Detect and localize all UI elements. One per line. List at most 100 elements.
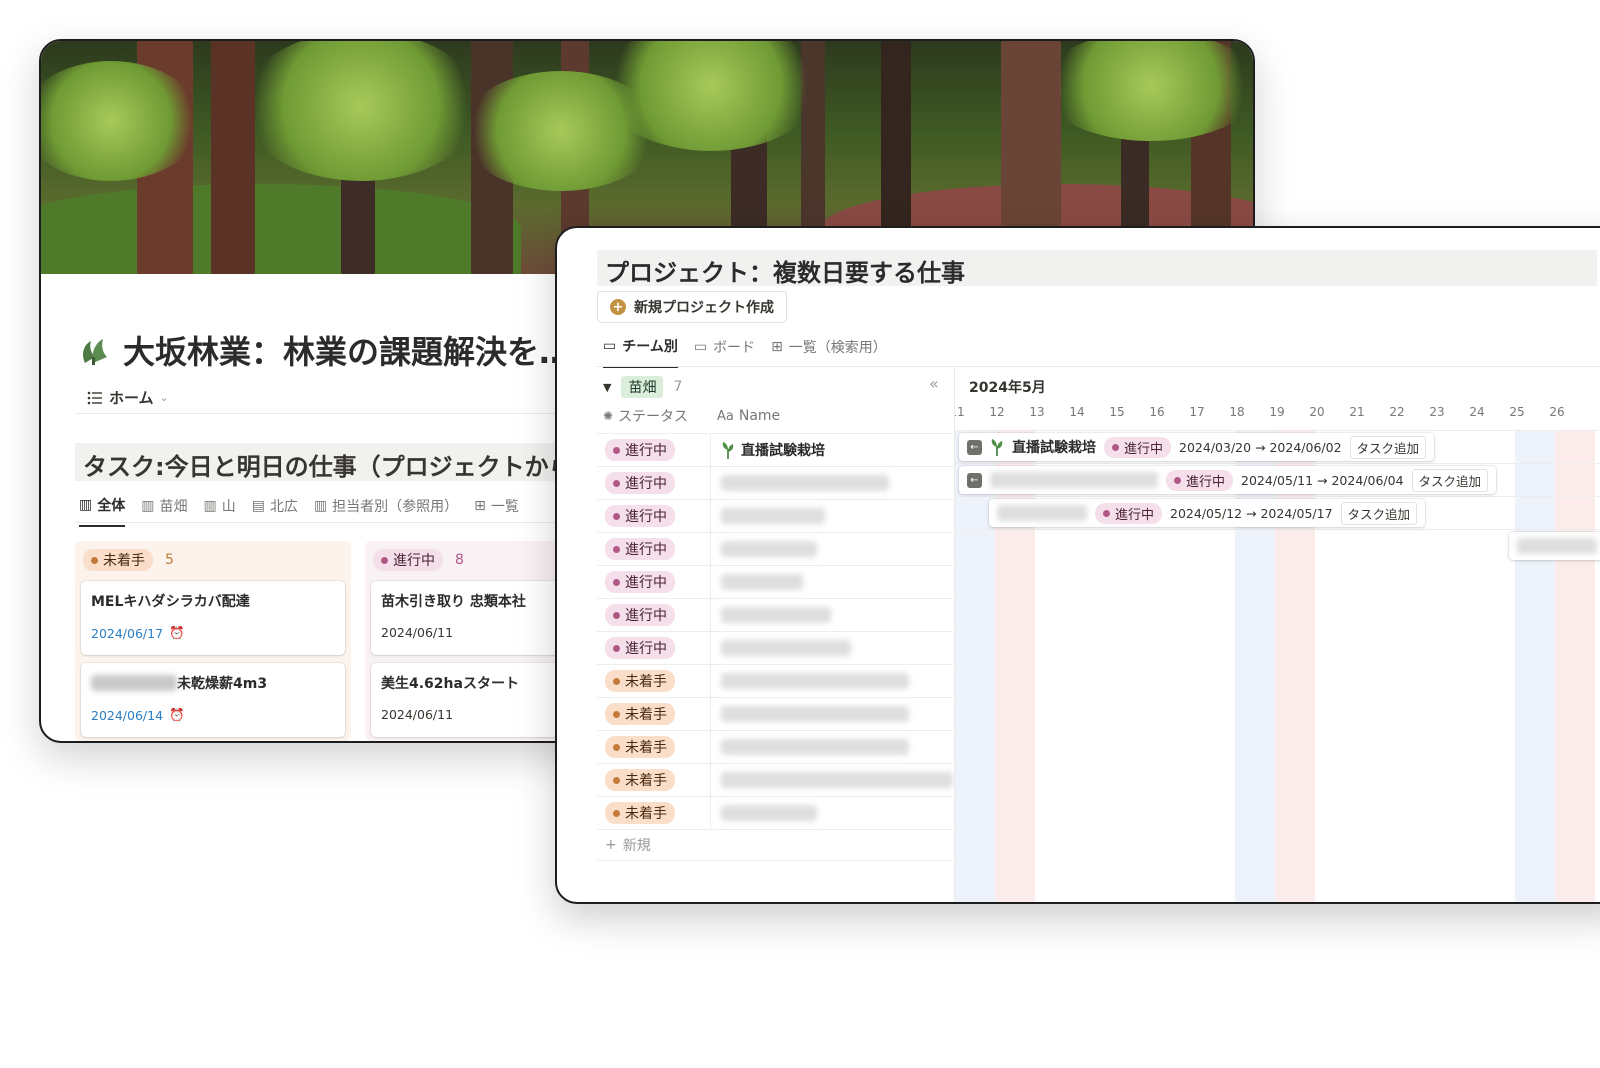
status-cell[interactable]: 未着手 bbox=[597, 731, 711, 763]
day-label: 24 bbox=[1469, 405, 1485, 419]
status-dot bbox=[613, 611, 620, 619]
name-cell[interactable] bbox=[711, 706, 909, 722]
name-cell[interactable] bbox=[711, 607, 831, 623]
home-breadcrumb[interactable]: ホーム ⌄ bbox=[87, 387, 169, 408]
plus-icon: + bbox=[605, 837, 617, 853]
redacted-text bbox=[721, 574, 803, 590]
tab-label: 一覧（検索用） bbox=[788, 340, 887, 356]
new-row-button[interactable]: + 新規 bbox=[597, 829, 953, 861]
timeline-days: 11 12 13 14 15 16 17 18 19 20 21 22 23 24 25 26 bbox=[955, 405, 1600, 425]
redacted-text bbox=[990, 472, 1158, 488]
column-header: 未着手 5 bbox=[79, 547, 347, 573]
header-status[interactable]: ✺ ステータス bbox=[603, 406, 717, 426]
table-row[interactable]: 進行中 bbox=[597, 631, 953, 664]
triangle-down-icon[interactable]: ▼ bbox=[603, 381, 611, 394]
add-task-button[interactable]: タスク追加 bbox=[1340, 501, 1418, 525]
table-row[interactable]: 未着手 bbox=[597, 730, 953, 763]
task-card[interactable]: MELキハダシラカバ配達 2024/06/17 ⏰ bbox=[81, 581, 345, 655]
status-cell[interactable]: 未着手 bbox=[597, 698, 711, 730]
group-count: 7 bbox=[673, 379, 683, 395]
name-cell[interactable] bbox=[711, 508, 825, 524]
day-label: 12 bbox=[989, 405, 1005, 419]
name-cell[interactable] bbox=[711, 673, 909, 689]
table-row[interactable]: 未着手 bbox=[597, 796, 953, 829]
name-cell[interactable] bbox=[711, 805, 817, 821]
name-cell[interactable]: 直播試験栽培 bbox=[711, 440, 825, 460]
tab-label: ボード bbox=[713, 340, 756, 356]
add-task-button[interactable]: タスク追加 bbox=[1411, 468, 1489, 492]
collapse-double-chevron-icon[interactable]: « bbox=[929, 374, 939, 393]
name-cell[interactable] bbox=[711, 574, 803, 590]
table-row[interactable]: 進行中 bbox=[597, 466, 953, 499]
status-label: 進行中 bbox=[625, 641, 667, 657]
new-project-label: 新規プロジェクト作成 bbox=[634, 300, 774, 316]
table-row[interactable]: 進行中 bbox=[597, 565, 953, 598]
timeline-bar[interactable]: ← 直播試験栽培 進行中 2024/03/20 → 2024/06/02 タスク追加 bbox=[959, 433, 1435, 461]
day-label: 23 bbox=[1429, 405, 1445, 419]
timeline-bar[interactable]: 進行中 2024/05/12 → 2024/05/17 タスク追加 bbox=[989, 499, 1426, 527]
status-cell[interactable]: 進行中 bbox=[597, 467, 711, 499]
table-row[interactable]: 進行中 bbox=[597, 499, 953, 532]
timeline-bar[interactable] bbox=[1509, 532, 1600, 560]
redacted-text bbox=[721, 640, 851, 656]
name-cell[interactable] bbox=[711, 640, 851, 656]
day-label: 11 bbox=[955, 405, 965, 419]
tab-by-team[interactable]: ▭ チーム別 bbox=[603, 336, 678, 368]
status-cell[interactable]: 未着手 bbox=[597, 665, 711, 697]
arrow-left-icon[interactable]: ← bbox=[967, 439, 982, 455]
status-badge: 進行中 bbox=[605, 472, 675, 494]
table-row[interactable]: 未着手 bbox=[597, 697, 953, 730]
status-label: 進行中 bbox=[1115, 507, 1155, 523]
board-icon: ▥ bbox=[141, 498, 155, 514]
status-badge: 進行中 bbox=[605, 538, 675, 560]
column-count: 5 bbox=[165, 552, 174, 568]
header-label: Name bbox=[738, 408, 781, 424]
add-task-button[interactable]: タスク追加 bbox=[1349, 435, 1427, 459]
header-label: ステータス bbox=[618, 409, 689, 425]
task-card[interactable]: 未乾燥薪4m3 2024/06/14 ⏰ bbox=[81, 663, 345, 737]
name-cell[interactable] bbox=[711, 541, 817, 557]
status-badge: 未着手 bbox=[83, 549, 153, 571]
name-cell[interactable] bbox=[711, 739, 909, 755]
header-name[interactable]: Aa Name bbox=[717, 406, 780, 426]
table-row[interactable]: 未着手 bbox=[597, 763, 953, 796]
date-range: 2024/05/12 → 2024/05/17 bbox=[1170, 505, 1333, 521]
table-row[interactable]: 未着手 bbox=[597, 664, 953, 697]
sprout-icon bbox=[722, 442, 734, 459]
status-badge: 進行中 bbox=[605, 505, 675, 527]
date-text: 2024/06/17 bbox=[91, 625, 164, 641]
chevron-down-icon: ⌄ bbox=[159, 391, 169, 404]
tab-list-search[interactable]: ⊞ 一覧（検索用） bbox=[771, 336, 887, 368]
table-row[interactable]: 進行中 直播試験栽培 bbox=[597, 433, 953, 466]
table-row[interactable]: 進行中 bbox=[597, 598, 953, 631]
status-cell[interactable]: 進行中 bbox=[597, 599, 711, 631]
redacted-text bbox=[91, 675, 177, 691]
status-badge: 進行中 bbox=[1095, 502, 1163, 524]
name-cell[interactable] bbox=[711, 475, 889, 491]
status-dot bbox=[613, 710, 620, 718]
timeline-icon: ▭ bbox=[693, 339, 708, 355]
status-dot bbox=[613, 644, 620, 652]
status-cell[interactable]: 未着手 bbox=[597, 797, 711, 829]
name-cell[interactable] bbox=[711, 772, 953, 788]
status-cell[interactable]: 未着手 bbox=[597, 764, 711, 796]
tab-board[interactable]: ▭ ボード bbox=[694, 336, 755, 368]
projects-database-window: プロジェクト：複数日要する仕事 + 新規プロジェクト作成 ▭ チーム別 ▭ ボード … bbox=[555, 226, 1600, 904]
new-project-button[interactable]: + 新規プロジェクト作成 bbox=[597, 291, 787, 323]
status-cell[interactable]: 進行中 bbox=[597, 500, 711, 532]
timeline-bar[interactable]: ← 進行中 2024/05/11 → 2024/06/04 タスク追加 bbox=[959, 466, 1497, 494]
group-header[interactable]: ▼ 苗畑 7 bbox=[603, 376, 682, 398]
sprout-icon bbox=[991, 439, 1003, 456]
status-cell[interactable]: 進行中 bbox=[597, 566, 711, 598]
status-dot bbox=[613, 743, 620, 751]
table-row[interactable]: 進行中 bbox=[597, 532, 953, 565]
redacted-text bbox=[1517, 538, 1597, 554]
divider bbox=[75, 522, 615, 523]
arrow-left-icon[interactable]: ← bbox=[967, 472, 982, 488]
timeline-icon: ▭ bbox=[603, 338, 617, 354]
status-cell[interactable]: 進行中 bbox=[597, 632, 711, 664]
status-cell[interactable]: 進行中 bbox=[597, 434, 711, 466]
column-count: 8 bbox=[455, 552, 464, 568]
day-label: 26 bbox=[1549, 405, 1565, 419]
status-cell[interactable]: 進行中 bbox=[597, 533, 711, 565]
